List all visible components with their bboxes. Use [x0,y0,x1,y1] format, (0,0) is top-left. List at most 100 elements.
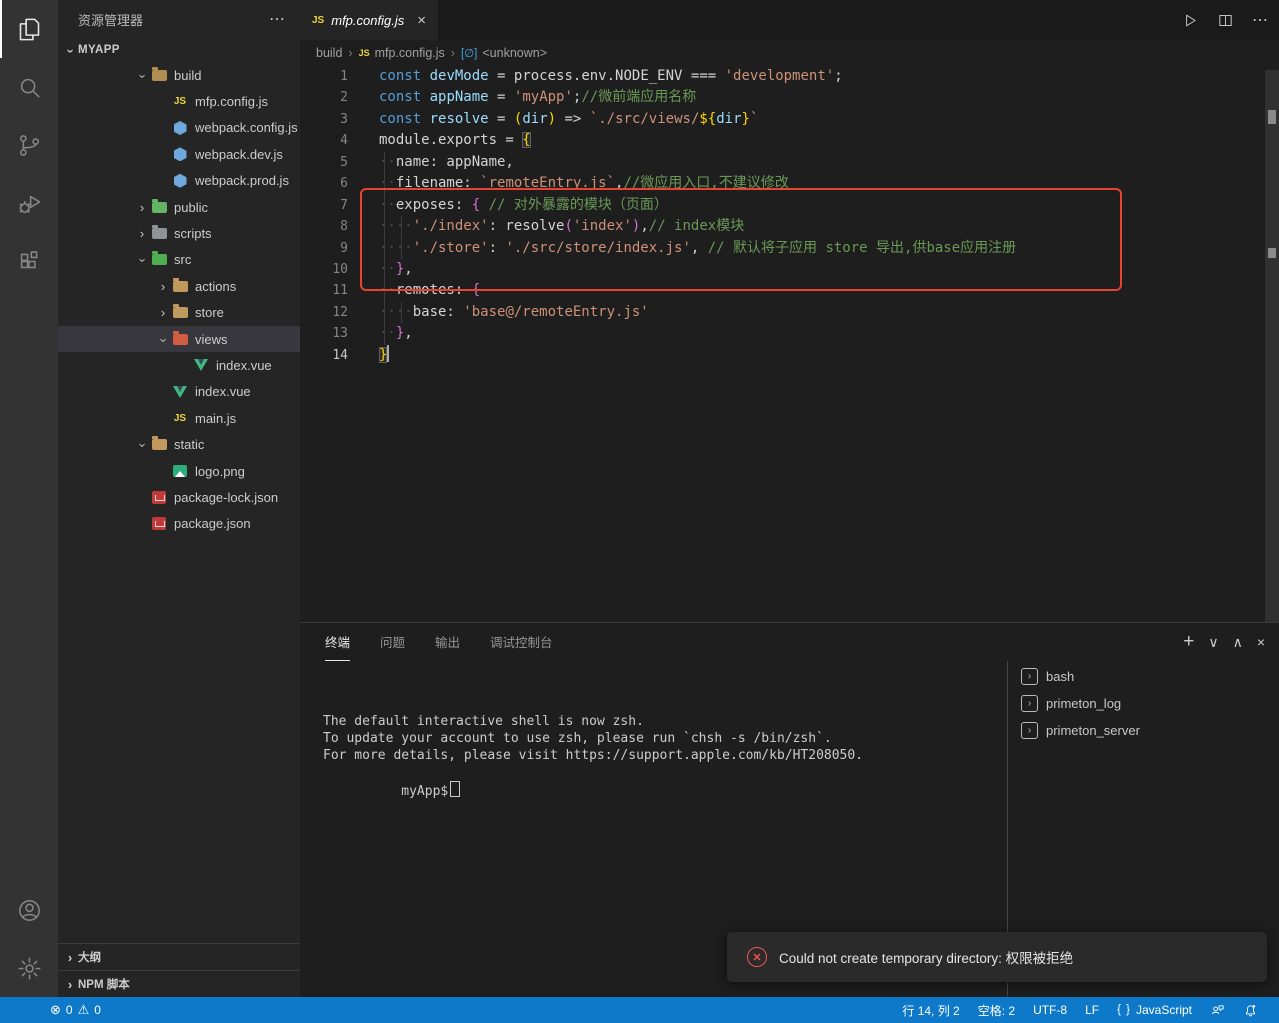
tab-mfp-config-js[interactable]: JS mfp.config.js × [300,0,438,40]
folder-public-icon [150,199,168,215]
terminal-entry-primeton_log[interactable]: ›primeton_log [1021,690,1279,717]
line-number: 10 [300,259,348,280]
tree-item-package-lock.json[interactable]: ›package-lock.json [58,484,300,510]
panel-tab-终端[interactable]: 终端 [325,623,350,661]
tree-item-label: index.vue [195,384,251,399]
tree-item-public[interactable]: ›public [58,194,300,220]
run-icon[interactable] [1182,12,1199,29]
editor-scrollbar[interactable] [1265,70,1279,622]
tree-item-build[interactable]: ›build [58,62,300,88]
tree-item-label: static [174,437,204,452]
tree-item-index.vue[interactable]: ›index.vue [58,352,300,378]
status-label: 空格: 2 [978,1002,1015,1019]
activity-run-debug[interactable] [0,174,58,232]
tree-item-store[interactable]: ›store [58,300,300,326]
line-number: 6 [300,173,348,194]
terminal-label: bash [1046,669,1074,684]
tree-item-webpack.dev.js[interactable]: ›webpack.dev.js [58,141,300,167]
code-line-14[interactable]: 14} [300,345,1279,366]
activity-search[interactable] [0,58,58,116]
panel-tab-调试控制台[interactable]: 调试控制台 [490,623,553,661]
tree-item-mfp.config.js[interactable]: ›JSmfp.config.js [58,88,300,114]
problems-status[interactable]: ⊗ 0 ⚠ 0 [50,997,101,1023]
panel-tab-输出[interactable]: 输出 [435,623,460,661]
code-line-3[interactable]: 3const resolve = (dir) => `./src/views/$… [300,109,1279,130]
tree-item-webpack.prod.js[interactable]: ›webpack.prod.js [58,168,300,194]
section-label: NPM 脚本 [78,976,130,992]
tree-item-index.vue[interactable]: ›index.vue [58,379,300,405]
chevron-down-icon: › [135,253,150,269]
status-language-mode[interactable]: { }JavaScript [1108,997,1201,1023]
status-eol[interactable]: LF [1076,997,1108,1023]
close-panel-icon[interactable]: × [1257,634,1265,650]
panel-tab-问题[interactable]: 问题 [380,623,405,661]
code-line-1[interactable]: 1const devMode = process.env.NODE_ENV ==… [300,66,1279,87]
terminal-entry-bash[interactable]: ›bash [1021,663,1279,690]
terminal-entry-primeton_server[interactable]: › primeton_server [1021,717,1279,744]
tree-root-myapp[interactable]: › MYAPP [58,38,300,62]
activity-settings[interactable] [0,939,58,997]
tree-item-label: actions [195,279,236,294]
section-NPM 脚本[interactable]: ›NPM 脚本 [58,970,300,997]
tree-item-label: mfp.config.js [195,94,268,109]
code-line-2[interactable]: 2const appName = 'myApp';//微前端应用名称 [300,87,1279,108]
line-number: 14 [300,345,348,366]
activity-explorer[interactable] [0,0,58,58]
activity-account[interactable] [0,881,58,939]
feedback-icon [1210,1003,1225,1018]
tree-item-src[interactable]: › src [58,247,300,273]
code-line-5[interactable]: 5··name: appName, [300,152,1279,173]
status-encoding[interactable]: UTF-8 [1024,997,1076,1023]
code-line-9[interactable]: 9····'./store': './src/store/index.js', … [300,238,1279,259]
code-line-8[interactable]: 8····'./index': resolve('index'),// inde… [300,216,1279,237]
tree-item-webpack.config.js[interactable]: ›webpack.config.js [58,115,300,141]
split-editor-icon[interactable] [1217,12,1234,29]
warning-count-icon: ⚠ [78,1002,90,1018]
chevron-down-icon: › [156,332,171,348]
indent-guide [401,216,402,259]
code-line-13[interactable]: 13··}, [300,323,1279,344]
tree-item-views[interactable]: ›views [58,326,300,352]
line-number: 5 [300,152,348,173]
terminal-icon: › [1021,722,1038,739]
terminal-label: primeton_server [1046,723,1140,738]
status-bell[interactable] [1234,997,1267,1023]
close-tab-icon[interactable]: × [417,12,426,29]
code-line-10[interactable]: 10··}, [300,259,1279,280]
code-line-4[interactable]: 4module.exports = { [300,130,1279,151]
activity-extensions[interactable] [0,232,58,290]
tree-item-actions[interactable]: ›actions [58,273,300,299]
tree-item-scripts[interactable]: ›scripts [58,220,300,246]
tree-item-static[interactable]: ›static [58,431,300,457]
maximize-panel-icon[interactable]: ∧ [1233,634,1243,651]
editor-group: JS mfp.config.js × ⋯ build › JSmfp.config.… [300,0,1279,997]
activity-source-control[interactable] [0,116,58,174]
code-line-11[interactable]: 11··remotes: { [300,280,1279,301]
new-terminal-icon[interactable]: + [1183,631,1194,653]
status-feedback[interactable] [1201,997,1234,1023]
tree-item-package.json[interactable]: ›package.json [58,511,300,537]
breadcrumb-item-2[interactable]: JSmfp.config.js [359,46,445,60]
root-folder-label: MYAPP [78,44,120,56]
code-editor[interactable]: 1const devMode = process.env.NODE_ENV ==… [300,66,1279,622]
line-number: 7 [300,195,348,216]
more-actions-icon[interactable]: ⋯ [269,9,286,29]
more-icon[interactable]: ⋯ [1252,10,1269,30]
code-line-12[interactable]: 12····base: 'base@/remoteEntry.js' [300,302,1279,323]
breadcrumb-item-3[interactable]: [∅]<unknown> [461,46,547,60]
tree-item-main.js[interactable]: ›JSmain.js [58,405,300,431]
breadcrumb-item-1[interactable]: build [316,46,342,60]
breadcrumb-label: build [316,46,342,60]
tree-item-logo.png[interactable]: ›logo.png [58,458,300,484]
source-control-icon [16,132,43,159]
section-大纲[interactable]: ›大纲 [58,943,300,970]
error-notification[interactable]: ✕ Could not create temporary directory: … [727,932,1267,982]
code-line-7[interactable]: 7··exposes: { // 对外暴露的模块（页面） [300,195,1279,216]
tab-label: mfp.config.js [331,13,404,28]
status-cursor-position[interactable]: 行 14, 列 2 [893,997,968,1023]
braces-icon: { } [1117,1004,1131,1016]
terminal-dropdown-icon[interactable]: ∨ [1208,634,1218,651]
status-indentation[interactable]: 空格: 2 [969,997,1024,1023]
code-line-6[interactable]: 6··filename: `remoteEntry.js`,//微应用入口,不建… [300,173,1279,194]
tree-item-label: src [174,252,191,267]
